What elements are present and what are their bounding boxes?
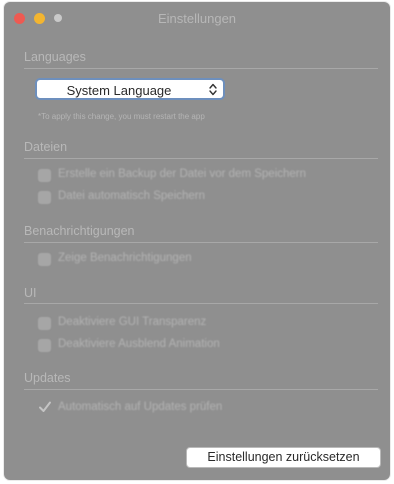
section-divider [24,242,378,243]
option-label: Datei automatisch Speichern [58,190,206,202]
section-divider [24,389,378,390]
restart-hint: *To apply this change, you must restart … [38,112,205,121]
reset-settings-button[interactable]: Einstellungen zurücksetzen [186,447,381,468]
option-label: Zeige Benachrichtigungen [58,252,192,264]
settings-window: Einstellungen Languages System Language … [4,2,390,480]
option-label: Erstelle ein Backup der Datei vor dem Sp… [58,168,307,180]
section-heading-ui: UI [24,286,37,300]
language-select-value: System Language [66,83,172,98]
title-bar: Einstellungen [4,2,390,36]
select-arrows-icon [209,83,217,96]
checkbox[interactable] [38,253,51,266]
section-heading-dateien: Dateien [24,140,68,154]
checkbox[interactable] [38,191,51,204]
language-select[interactable]: System Language [35,78,225,100]
option-label: Automatisch auf Updates prüfen [58,401,223,413]
section-divider [24,158,378,159]
checkmark-icon[interactable] [38,400,52,414]
section-heading-updates: Updates [24,371,71,385]
option-label: Deaktiviere GUI Transparenz [58,316,207,328]
window-title: Einstellungen [157,11,237,26]
option-label: Deaktiviere Ausblend Animation [58,338,220,350]
checkbox[interactable] [38,169,51,182]
section-divider [24,68,378,69]
checkbox[interactable] [38,317,51,330]
section-heading-benachrichtigungen: Benachrichtigungen [24,224,135,238]
checkbox[interactable] [38,339,51,352]
section-heading-languages: Languages [24,50,86,64]
section-divider [24,303,378,304]
